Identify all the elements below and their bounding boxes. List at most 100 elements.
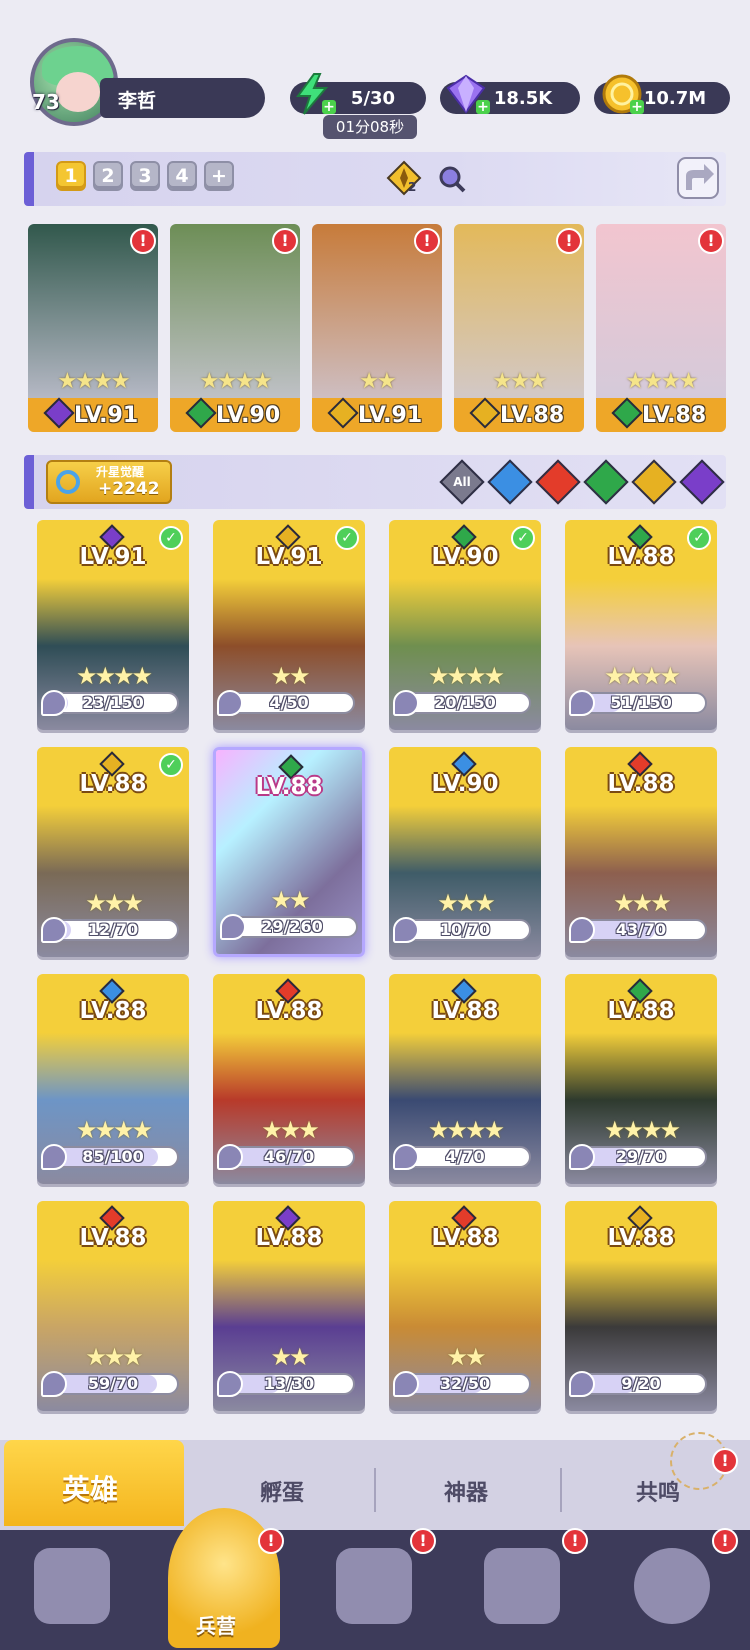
awaken-value: +2242 bbox=[98, 479, 160, 499]
squad-alert-icon: ! bbox=[698, 228, 724, 254]
hero-level: LV.88 bbox=[79, 998, 147, 1024]
hero-level: LV.88 bbox=[607, 544, 675, 570]
tab-resonance[interactable]: 共鸣 bbox=[636, 1475, 680, 1507]
hero-stars: ★★★★ bbox=[427, 1116, 505, 1144]
energy-value: 5/30 bbox=[350, 87, 396, 109]
add-team-button[interactable]: + bbox=[204, 161, 234, 191]
tab-artifacts[interactable]: 神器 bbox=[444, 1475, 488, 1507]
squad-hero-card[interactable]: ★★★ LV.88! bbox=[454, 224, 584, 432]
hero-card[interactable]: LV.88 ★★★★ 29/70 bbox=[565, 974, 717, 1184]
resonance-alert-icon: ! bbox=[712, 1448, 738, 1474]
squad-alert-icon: ! bbox=[272, 228, 298, 254]
nav-shop-icon[interactable] bbox=[484, 1548, 560, 1624]
hero-level: LV.88 bbox=[79, 1225, 147, 1251]
squad-level: LV.91 bbox=[358, 403, 423, 428]
hero-card[interactable]: LV.90 ★★★ 10/70 bbox=[389, 747, 541, 957]
shard-count: 13/30 bbox=[263, 1374, 315, 1393]
team-tab-3[interactable]: 3 bbox=[130, 161, 160, 191]
squad-stars: ★★★★ bbox=[625, 369, 699, 394]
shard-count: 29/260 bbox=[261, 917, 323, 936]
nav-guild-alert-icon: ! bbox=[712, 1528, 738, 1554]
hero-stars: ★★ bbox=[446, 1343, 486, 1371]
shard-icon bbox=[217, 1144, 243, 1170]
shard-icon bbox=[393, 1371, 419, 1397]
hero-card[interactable]: ✓ LV.91 ★★★★ 23/150 bbox=[37, 520, 189, 730]
team-scroll-icon[interactable] bbox=[384, 158, 424, 198]
hero-card[interactable]: ✓ LV.91 ★★ 4/50 bbox=[213, 520, 365, 730]
hero-card[interactable]: LV.88 ★★★★ 4/70 bbox=[389, 974, 541, 1184]
shard-icon bbox=[41, 1144, 67, 1170]
gems-value: 18.5K bbox=[493, 87, 553, 109]
team-tab-4[interactable]: 4 bbox=[167, 161, 197, 191]
shard-icon bbox=[41, 690, 67, 716]
shard-icon bbox=[393, 1144, 419, 1170]
hero-stars: ★★★ bbox=[85, 1343, 144, 1371]
nav-cards-icon[interactable] bbox=[34, 1548, 110, 1624]
nav-barracks-label: 兵营 bbox=[196, 1614, 236, 1638]
gold-plus-icon[interactable]: + bbox=[630, 100, 644, 114]
shard-icon bbox=[393, 690, 419, 716]
hero-card[interactable]: LV.88 ★★ 13/30 bbox=[213, 1201, 365, 1411]
hero-card[interactable]: ✓ LV.90 ★★★★ 20/150 bbox=[389, 520, 541, 730]
squad-hero-card[interactable]: ★★★★ LV.90! bbox=[170, 224, 300, 432]
hero-card[interactable]: ✓ LV.88 ★★★ 12/70 bbox=[37, 747, 189, 957]
hero-level: LV.88 bbox=[607, 1225, 675, 1251]
squad-alert-icon: ! bbox=[556, 228, 582, 254]
hero-card[interactable]: LV.88 9/20 bbox=[565, 1201, 717, 1411]
nav-guild-icon[interactable] bbox=[634, 1548, 710, 1624]
nav-barracks-alert-icon: ! bbox=[258, 1528, 284, 1554]
shard-count: 12/70 bbox=[87, 920, 139, 939]
hero-stars: ★★★ bbox=[261, 1116, 320, 1144]
share-icon[interactable] bbox=[676, 156, 720, 200]
squad-alert-icon: ! bbox=[414, 228, 440, 254]
shard-count: 51/150 bbox=[610, 693, 672, 712]
hero-level: LV.91 bbox=[255, 544, 323, 570]
hero-card[interactable]: LV.88 ★★ 29/260 bbox=[213, 747, 365, 957]
hero-level: LV.91 bbox=[79, 544, 147, 570]
key-icon bbox=[56, 470, 80, 494]
hero-stars: ★★ bbox=[270, 886, 310, 914]
squad-level: LV.90 bbox=[216, 403, 281, 428]
shard-count: 59/70 bbox=[87, 1374, 139, 1393]
team-tab-1[interactable]: 1 bbox=[56, 161, 86, 191]
hero-card[interactable]: LV.88 ★★★ 46/70 bbox=[213, 974, 365, 1184]
hero-stars: ★★★★ bbox=[603, 1116, 681, 1144]
nav-map-icon[interactable] bbox=[336, 1548, 412, 1624]
shard-count: 43/70 bbox=[615, 920, 667, 939]
hero-level: LV.88 bbox=[607, 771, 675, 797]
team-scroll-count: 2 bbox=[408, 180, 417, 194]
shard-count: 9/20 bbox=[621, 1374, 661, 1393]
hero-level: LV.90 bbox=[431, 771, 499, 797]
hero-stars: ★★★★ bbox=[427, 662, 505, 690]
squad-hero-card[interactable]: ★★ LV.91! bbox=[312, 224, 442, 432]
hero-level: LV.88 bbox=[255, 1225, 323, 1251]
hero-stars: ★★ bbox=[270, 1343, 310, 1371]
gold-value: 10.7M bbox=[643, 87, 707, 109]
tab-divider bbox=[560, 1468, 562, 1512]
player-name: 李哲 bbox=[118, 90, 157, 112]
hero-card[interactable]: LV.88 ★★★ 59/70 bbox=[37, 1201, 189, 1411]
energy-plus-icon[interactable]: + bbox=[322, 100, 336, 114]
squad-stars: ★★ bbox=[359, 369, 396, 394]
team-tab-2[interactable]: 2 bbox=[93, 161, 123, 191]
shard-count: 4/70 bbox=[445, 1147, 485, 1166]
hero-level: LV.88 bbox=[255, 774, 323, 800]
hero-stars: ★★★ bbox=[85, 889, 144, 917]
hero-card[interactable]: ✓ LV.88 ★★★★ 51/150 bbox=[565, 520, 717, 730]
tab-hatch[interactable]: 孵蛋 bbox=[260, 1475, 304, 1507]
player-level: 73 bbox=[32, 90, 60, 114]
squad-hero-card[interactable]: ★★★★ LV.88! bbox=[596, 224, 726, 432]
hero-stars: ★★★★ bbox=[75, 662, 153, 690]
squad-hero-card[interactable]: ★★★★ LV.91! bbox=[28, 224, 158, 432]
shard-icon bbox=[220, 914, 246, 940]
hero-card[interactable]: LV.88 ★★ 32/50 bbox=[389, 1201, 541, 1411]
hero-stars: ★★★★ bbox=[75, 1116, 153, 1144]
hero-card[interactable]: LV.88 ★★★★ 85/100 bbox=[37, 974, 189, 1184]
hero-card[interactable]: LV.88 ★★★ 43/70 bbox=[565, 747, 717, 957]
shard-count: 10/70 bbox=[439, 920, 491, 939]
hero-level: LV.88 bbox=[255, 998, 323, 1024]
shard-count: 85/100 bbox=[82, 1147, 144, 1166]
nav-shop-alert-icon: ! bbox=[562, 1528, 588, 1554]
gems-plus-icon[interactable]: + bbox=[476, 100, 490, 114]
search-icon[interactable] bbox=[437, 164, 467, 194]
